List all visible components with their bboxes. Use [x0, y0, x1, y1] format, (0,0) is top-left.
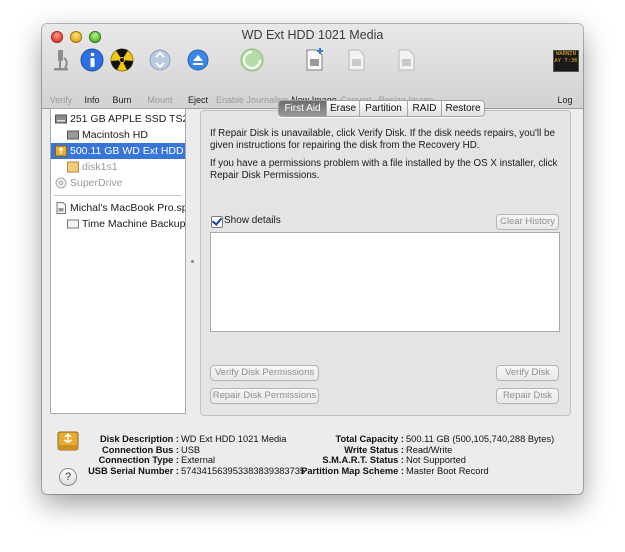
burn-radiation-icon [110, 48, 134, 72]
sidebar-item-macintosh-hd[interactable]: Macintosh HD [51, 127, 185, 143]
info-key: Connection Bus : [102, 444, 179, 455]
info-value: Not Supported [406, 455, 466, 465]
permissions-instructions-text: If you have a permissions problem with a… [210, 158, 558, 181]
info-toolbar-button[interactable]: Info [78, 46, 106, 106]
repair-disk-button[interactable]: Repair Disk [496, 388, 559, 404]
new-image-toolbar-button[interactable]: New Image [290, 46, 338, 106]
sidebar-item-wd-ext-hdd[interactable]: 500.11 GB WD Ext HDD 10... [51, 143, 185, 159]
tab-restore[interactable]: Restore [441, 101, 484, 116]
info-key: Total Capacity : [335, 434, 404, 444]
mount-icon [149, 49, 171, 71]
clear-history-button[interactable]: Clear History [496, 214, 559, 230]
log-badge-line2: AY 7:36 [554, 58, 578, 64]
tab-partition[interactable]: Partition [359, 101, 407, 116]
internal-drive-icon [55, 114, 67, 124]
disk-utility-window: WD Ext HDD 1021 Media Verify Info Burn M… [42, 24, 583, 494]
info-key: Partition Map Scheme : [301, 465, 404, 476]
mount-toolbar-button[interactable]: Mount [144, 46, 176, 106]
eject-label: Eject [187, 95, 208, 105]
sidebar-item-superdrive[interactable]: SuperDrive [51, 175, 185, 191]
info-key: USB Serial Number : [88, 465, 179, 476]
verify-disk-button[interactable]: Verify Disk [496, 365, 559, 381]
info-icon [80, 48, 104, 72]
sidebar-item-apple-ssd[interactable]: 251 GB APPLE SSD TS256B... [51, 111, 185, 127]
info-key: S.M.A.R.T. Status : [322, 455, 404, 465]
eject-toolbar-button[interactable]: Eject [184, 46, 212, 106]
info-key: Disk Description : [99, 434, 179, 444]
verify-label: Verify [49, 95, 73, 105]
verify-toolbar-button[interactable]: Verify [46, 46, 76, 106]
sidebar-divider [54, 195, 182, 196]
volume-icon [67, 130, 79, 140]
sidebar-item-time-machine-backups[interactable]: Time Machine Backups [51, 216, 185, 232]
superdrive-icon [55, 177, 67, 189]
journaling-icon [240, 48, 264, 72]
tab-raid[interactable]: RAID [407, 101, 441, 116]
mount-label: Mount [147, 95, 173, 105]
console-log-icon: WARNIN AY 7:36 [553, 50, 579, 72]
tab-erase[interactable]: Erase [326, 101, 359, 116]
tab-first-aid[interactable]: First Aid [279, 101, 326, 116]
details-log-area[interactable] [210, 232, 560, 332]
info-value: WD Ext HDD 1021 Media [181, 434, 287, 444]
info-value: Read/Write [406, 444, 453, 455]
new-image-icon [306, 48, 323, 71]
sidebar-item-label: SuperDrive [70, 177, 123, 189]
repair-instructions-text: If Repair Disk is unavailable, click Ver… [210, 128, 555, 151]
disk-image-icon [56, 202, 66, 214]
eject-icon [187, 49, 209, 71]
disk-list-sidebar[interactable]: 251 GB APPLE SSD TS256B... Macintosh HD … [50, 108, 186, 414]
window-title: WD Ext HDD 1021 Media [241, 28, 384, 42]
info-key: Write Status : [344, 444, 404, 455]
enable-journaling-toolbar-button[interactable]: Enable Journaling [214, 46, 290, 106]
sidebar-item-label: Time Machine Backups [82, 218, 185, 230]
info-value: 500.11 GB (500,105,740,288 Bytes) [406, 434, 555, 444]
usb-volume-icon [67, 161, 79, 173]
log-badge-line1: WARNIN [556, 51, 576, 57]
disk-info-footer: ? Disk Description : WD Ext HDD 1021 Med… [42, 414, 583, 494]
sidebar-item-label: Macintosh HD [82, 129, 148, 141]
resize-image-toolbar-button[interactable]: Resize Image [378, 46, 434, 106]
burn-toolbar-button[interactable]: Burn [108, 46, 136, 106]
convert-icon [348, 49, 365, 71]
external-usb-drive-icon [55, 145, 67, 157]
show-details-checkbox[interactable] [211, 216, 223, 228]
log-label: Log [557, 95, 573, 105]
info-value: External [181, 455, 216, 465]
info-value: Master Boot Record [406, 465, 489, 476]
info-key: Connection Type : [98, 455, 179, 465]
verify-disk-permissions-button[interactable]: Verify Disk Permissions [210, 365, 319, 381]
sidebar-item-label: 500.11 GB WD Ext HDD 10... [70, 145, 185, 157]
sidebar-item-macbook-sparsebundle[interactable]: Michal's MacBook Pro.spar... [51, 200, 185, 216]
info-value: USB [181, 444, 201, 455]
info-value: 574341563953383839383735 [181, 465, 306, 476]
repair-disk-permissions-button[interactable]: Repair Disk Permissions [210, 388, 319, 404]
info-label: Info [84, 95, 100, 105]
tab-bar: First Aid Erase Partition RAID Restore [278, 100, 485, 117]
show-details-label: Show details [224, 215, 281, 226]
resize-image-icon [398, 49, 415, 71]
log-toolbar-button[interactable]: WARNIN AY 7:36 Log [550, 46, 580, 106]
disk-info-table: Disk Description : WD Ext HDD 1021 Media… [42, 434, 583, 478]
volume-icon [67, 219, 79, 229]
sidebar-item-disk1s1[interactable]: disk1s1 [51, 159, 185, 175]
microscope-icon [54, 50, 68, 71]
sidebar-item-label: disk1s1 [82, 161, 118, 173]
title-toolbar: WD Ext HDD 1021 Media Verify Info Burn M… [42, 24, 583, 109]
split-view-handle[interactable] [191, 260, 194, 263]
burn-label: Burn [112, 95, 132, 105]
convert-toolbar-button[interactable]: Convert [338, 46, 374, 106]
sidebar-item-label: 251 GB APPLE SSD TS256B... [70, 113, 185, 125]
sidebar-item-label: Michal's MacBook Pro.spar... [70, 202, 185, 214]
